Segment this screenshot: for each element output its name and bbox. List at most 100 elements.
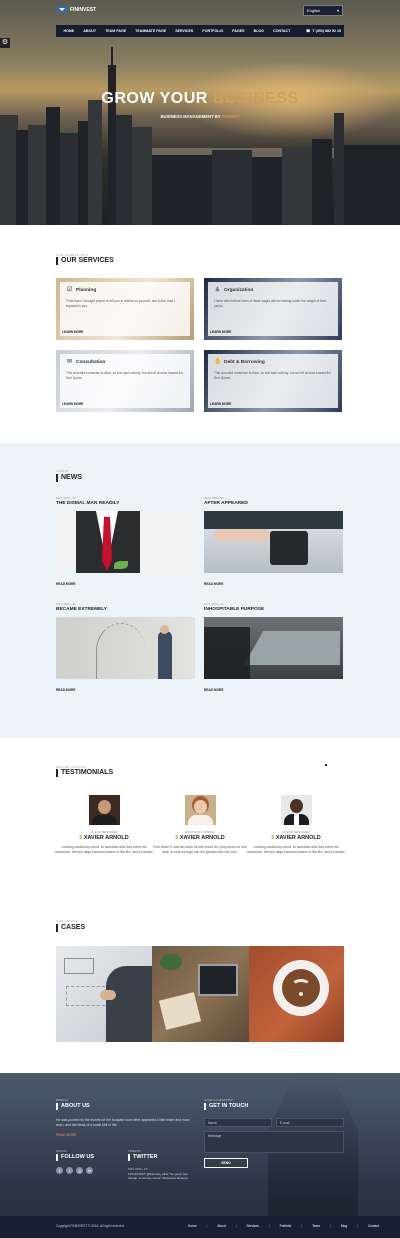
news-image[interactable] — [204, 617, 343, 679]
hero-section: FININVEST English ▾ HOME ABOUT TEAM PAGE… — [0, 0, 400, 225]
footer-link-blog[interactable]: Blog — [341, 1224, 347, 1228]
testimonial-text: Looking cautiously round, to ascertain t… — [54, 845, 154, 854]
logo-text: FININVEST — [70, 6, 97, 13]
testimonial-card: UI & UX DESIGNER $ XAVIER ARNOLD Looking… — [246, 795, 346, 855]
nav-pages[interactable]: PAGES — [228, 29, 249, 33]
tweet-text[interactable]: FINVINVEST @fininvest_elise "So good, fe… — [128, 1172, 192, 1181]
case-image-coffee[interactable] — [249, 946, 344, 1042]
footer-link-team[interactable]: Team — [312, 1224, 320, 1228]
footer-link-portfolio[interactable]: Portfolio — [280, 1224, 292, 1228]
avatar — [184, 795, 216, 825]
testimonial-role: UI & UX DESIGNER — [282, 830, 310, 834]
news-title[interactable]: AFTER APPEARED — [204, 501, 343, 509]
footer-link-contact[interactable]: Contact — [368, 1224, 379, 1228]
email-field[interactable]: E-mail — [276, 1118, 344, 1127]
facebook-icon[interactable]: f — [56, 1167, 63, 1174]
testimonial-role: UI & UX DESIGNER — [90, 830, 118, 834]
service-text: This sounded nonsense to Alice, so she s… — [214, 371, 332, 380]
news-image[interactable] — [56, 511, 195, 573]
service-card-debt[interactable]: ✋ Debt & Borrowing This sounded nonsense … — [204, 350, 342, 412]
news-item[interactable]: NOV 30TH, 30 AFTER APPEARED READ MORE — [204, 496, 343, 586]
hero-title-main: GROW YOUR — [101, 90, 213, 107]
hero-tower-spire — [111, 47, 113, 225]
nav-contact[interactable]: CONTACT — [268, 29, 294, 33]
nav-home[interactable]: HOME — [59, 29, 79, 33]
tweet-date: MAY 30TH, 15 — [128, 1167, 148, 1171]
phone-number: T (450) 882 92 15 — [312, 29, 341, 33]
gear-icon[interactable]: ⚙ — [0, 38, 10, 48]
nav-team-page[interactable]: TEAM PAGE — [101, 29, 131, 33]
learn-more-link[interactable]: LEARN MORE — [62, 330, 83, 334]
news-date: NOV 30TH, 30 — [56, 602, 76, 606]
service-card-consultation[interactable]: ✉ Consultation This sounded nonsense to A… — [56, 350, 194, 412]
testimonial-text: Looking cautiously round, to ascertain t… — [246, 845, 346, 854]
logo-icon — [57, 6, 67, 13]
contact-kicker: HAVE A QUESTION? — [204, 1098, 233, 1102]
news-image[interactable] — [204, 511, 343, 573]
hero-title: GROW YOUR BUSINESS — [0, 90, 400, 108]
news-title[interactable]: THE DISMAL MAN READILY — [56, 501, 195, 509]
about-read-more-link[interactable]: READ MORE — [56, 1133, 77, 1137]
twitter-icon[interactable]: t — [66, 1167, 73, 1174]
send-button[interactable]: SEND — [204, 1158, 248, 1168]
testimonial-card: AUSTIN FIN CONSUL $ XAVIER ARNOLD Poor A… — [150, 795, 250, 855]
twitter-heading: TWITTER — [128, 1154, 157, 1161]
name-field[interactable]: Name — [204, 1118, 272, 1127]
testimonial-name-text: XAVIER ARNOLD — [275, 835, 321, 841]
learn-more-link[interactable]: LEARN MORE — [210, 330, 231, 334]
service-card-planning[interactable]: ☑ Planning Thus much I thought proper to … — [56, 278, 194, 340]
service-panel: ✉ Consultation This sounded nonsense to A… — [60, 354, 190, 408]
about-heading: ABOUT US — [56, 1103, 90, 1110]
handshake-icon: ✋ — [214, 359, 222, 365]
hero-building — [46, 107, 60, 225]
hero-subtitle: BUSINESS MANAGEMENT BY FINVEST — [0, 114, 400, 119]
phone-icon: ☎ — [305, 29, 311, 33]
learn-more-link[interactable]: LEARN MORE — [210, 402, 231, 406]
service-text: I have often before been of those sages … — [214, 299, 327, 308]
follow-heading: FOLLOW US — [56, 1154, 94, 1161]
hero-building — [152, 155, 212, 225]
footer-link-about[interactable]: About — [217, 1224, 225, 1228]
contact-heading: GET IN TOUCH — [204, 1103, 248, 1110]
footer-link-home[interactable]: Home — [188, 1224, 197, 1228]
cases-heading: CASES — [56, 924, 85, 932]
footer-links: Home | About | Services | Portfolio | Team | … — [188, 1224, 379, 1228]
hero-building — [132, 127, 152, 225]
news-heading: NEWS — [56, 474, 82, 482]
news-item[interactable]: OCT 30TH, 30 INHOSPITABLE PURPOSE READ M… — [204, 602, 343, 692]
testimonial-name-text: XAVIER ARNOLD — [83, 835, 129, 841]
news-image[interactable] — [56, 617, 195, 679]
nav-about[interactable]: ABOUT — [79, 29, 101, 33]
hero-building — [344, 145, 400, 225]
linkedin-icon[interactable]: in — [86, 1167, 93, 1174]
phone-link[interactable]: ☎ T (450) 882 92 15 — [306, 29, 341, 33]
news-title[interactable]: BECAME EXTREMELY — [56, 607, 195, 615]
news-item[interactable]: NOV 30TH, 30 BECAME EXTREMELY READ MORE — [56, 602, 195, 692]
about-kicker: BRIEFLY — [56, 1098, 69, 1102]
read-more-link[interactable]: READ MORE — [204, 688, 343, 692]
case-image-sketch[interactable] — [56, 946, 152, 1042]
footer-link-services[interactable]: Services — [247, 1224, 259, 1228]
nav-portfolio[interactable]: PORTFOLIO — [198, 29, 228, 33]
message-field[interactable]: Message — [204, 1131, 344, 1153]
google-plus-icon[interactable]: g — [76, 1167, 83, 1174]
read-more-link[interactable]: READ MORE — [204, 582, 343, 586]
news-item[interactable]: DEC 30TH, 30 THE DISMAL MAN READILY READ… — [56, 496, 195, 586]
logo[interactable]: FININVEST — [57, 6, 96, 13]
news-title[interactable]: INHOSPITABLE PURPOSE — [204, 607, 343, 615]
nav-teammate-page[interactable]: TEAMMATE PAGE — [131, 29, 171, 33]
nav-blog[interactable]: BLOG — [249, 29, 268, 33]
read-more-link[interactable]: READ MORE — [56, 688, 195, 692]
avatar — [280, 795, 312, 825]
hero-title-highlight: BUSINESS — [212, 90, 299, 107]
nav-services[interactable]: SERVICES — [171, 29, 198, 33]
read-more-link[interactable]: READ MORE — [56, 582, 195, 586]
carousel-dot[interactable] — [325, 764, 327, 766]
case-image-desk[interactable] — [152, 946, 249, 1042]
testimonial-name-text: XAVIER ARNOLD — [179, 835, 225, 841]
testimonial-name: $ XAVIER ARNOLD — [54, 835, 154, 841]
news-section — [0, 443, 400, 738]
learn-more-link[interactable]: LEARN MORE — [62, 402, 83, 406]
service-card-organization[interactable]: ♟ Organization I have often before been o… — [204, 278, 342, 340]
language-select[interactable]: English ▾ — [303, 5, 343, 16]
